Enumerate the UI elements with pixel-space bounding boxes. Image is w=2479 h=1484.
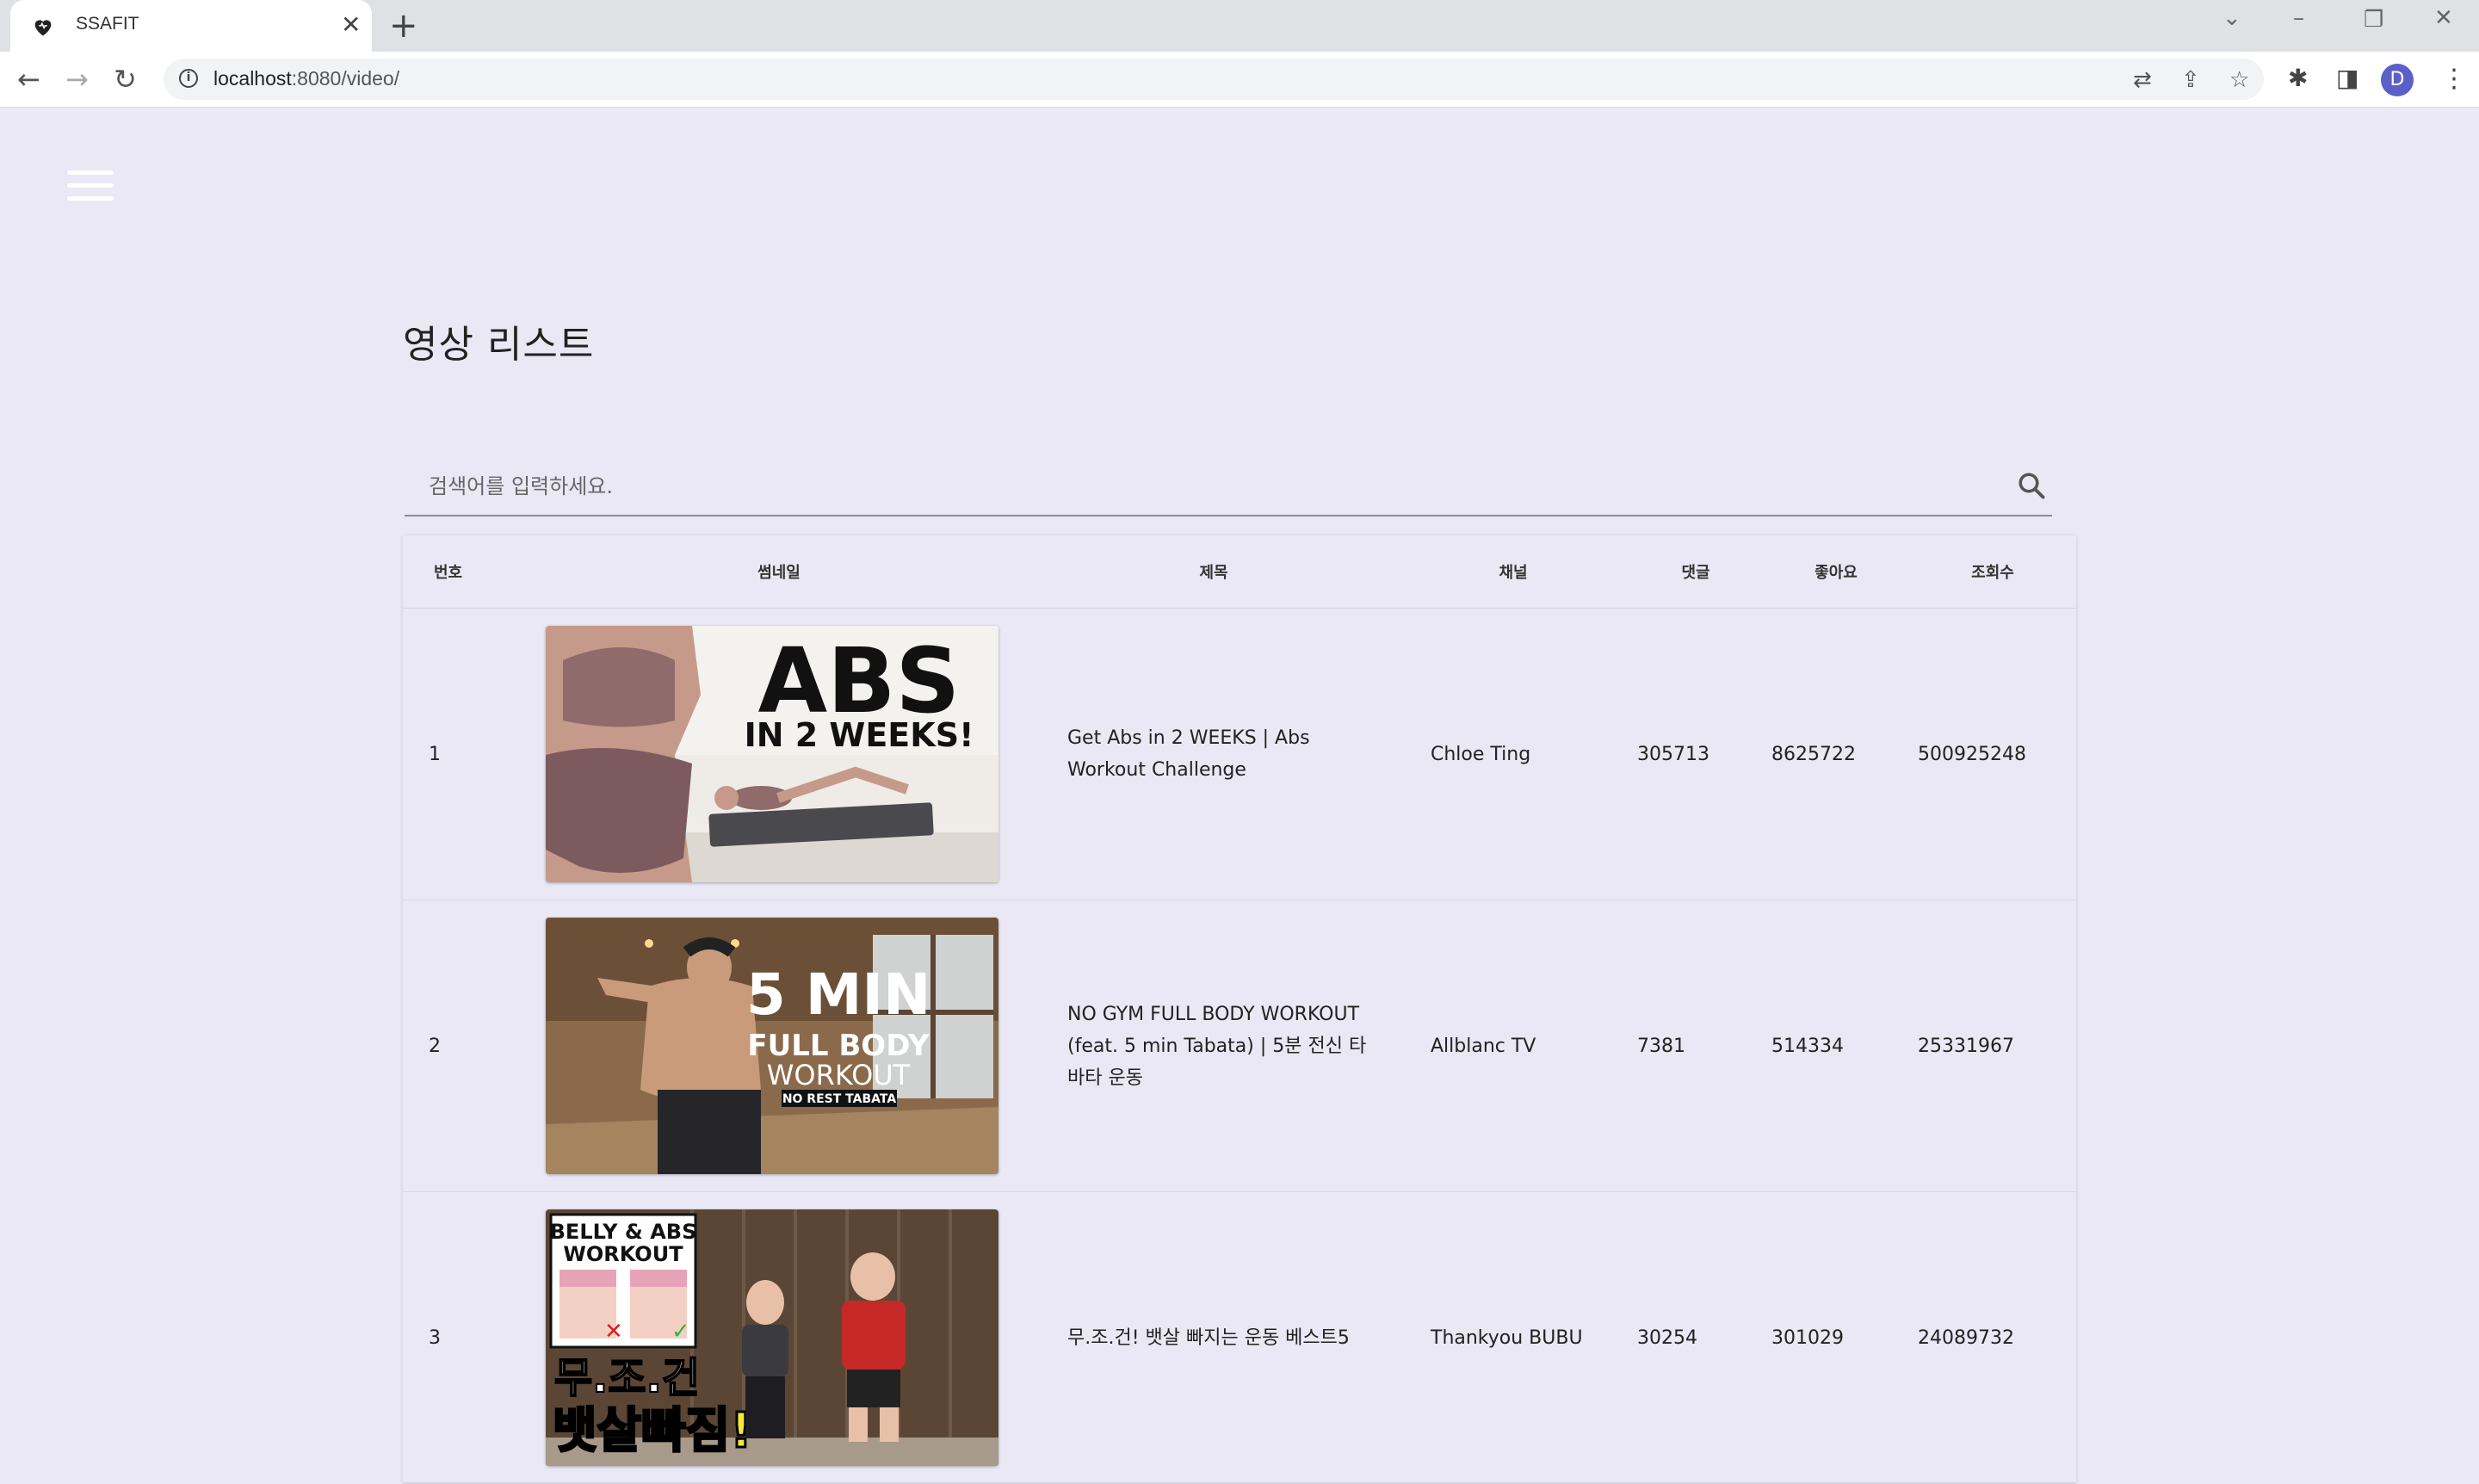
search-bar bbox=[405, 456, 2052, 516]
video-likes: 301029 bbox=[1763, 1191, 1909, 1484]
video-channel: Allblanc TV bbox=[1398, 900, 1629, 1192]
video-comments: 7381 bbox=[1629, 900, 1763, 1192]
video-table: 번호 썸네일 제목 채널 댓글 좋아요 조회수 1 ABS IN 2 WEEKS… bbox=[403, 535, 2076, 1484]
video-channel: Thankyou BUBU bbox=[1398, 1191, 1629, 1484]
thumb-text: 무.조.건 bbox=[554, 1354, 700, 1402]
address-bar[interactable]: i localhost:8080/video/ ⇄ ⇪ ☆ bbox=[164, 59, 2264, 100]
table-row[interactable]: 1 ABS IN 2 WEEKS! Get Abs in 2 WEEKS | A… bbox=[403, 608, 2076, 900]
header-likes: 좋아요 bbox=[1763, 535, 1909, 609]
video-thumbnail[interactable]: BELLY & ABS WORKOUT ✕ ✓ 무.조.건 뱃살빠짐! bbox=[546, 1209, 998, 1466]
video-likes: 514334 bbox=[1763, 900, 1909, 1192]
row-number: 3 bbox=[403, 1191, 529, 1484]
heart-favicon-icon bbox=[34, 20, 52, 36]
tab-close-icon[interactable]: ✕ bbox=[341, 11, 361, 39]
video-views: 500925248 bbox=[1909, 608, 2076, 900]
search-input[interactable] bbox=[427, 468, 1963, 504]
extensions-icon[interactable]: ✱ bbox=[2288, 64, 2308, 92]
row-number: 1 bbox=[403, 608, 529, 900]
tab-title: SSAFIT bbox=[76, 14, 139, 34]
svg-text:✕: ✕ bbox=[604, 1319, 623, 1345]
url-path: :8080/video/ bbox=[291, 67, 400, 90]
header-thumbnail: 썸네일 bbox=[529, 535, 1029, 609]
video-thumbnail[interactable]: 5 MIN FULL BODY WORKOUT NO REST TABATA bbox=[546, 918, 998, 1174]
video-comments: 30254 bbox=[1629, 1191, 1763, 1484]
page-title: 영상 리스트 bbox=[403, 323, 595, 367]
hamburger-menu-icon[interactable] bbox=[67, 170, 114, 201]
thumb-text: NO REST TABATA bbox=[782, 1092, 897, 1106]
video-channel: Chloe Ting bbox=[1398, 608, 1629, 900]
forward-icon[interactable]: → bbox=[65, 62, 89, 96]
side-panel-icon[interactable]: ◨ bbox=[2336, 64, 2358, 92]
browser-tabbar: SSAFIT ✕ + ⌄ – ❐ ✕ bbox=[0, 0, 2479, 52]
header-channel: 채널 bbox=[1398, 535, 1629, 609]
thumb-text: FULL BODY bbox=[747, 1029, 930, 1063]
bookmark-star-icon[interactable]: ☆ bbox=[2229, 67, 2249, 93]
url-host: localhost bbox=[213, 67, 292, 90]
thumb-text: 5 MIN bbox=[746, 962, 930, 1028]
row-number: 2 bbox=[403, 900, 529, 1192]
url-text: localhost:8080/video/ bbox=[213, 67, 399, 90]
search-icon[interactable] bbox=[2016, 470, 2047, 501]
table-header-row: 번호 썸네일 제목 채널 댓글 좋아요 조회수 bbox=[403, 535, 2076, 609]
video-title[interactable]: Get Abs in 2 WEEKS | Abs Workout Challen… bbox=[1029, 608, 1398, 900]
thumb-text: IN 2 WEEKS! bbox=[745, 716, 974, 754]
restore-icon[interactable]: ❐ bbox=[2364, 7, 2383, 33]
video-comments: 305713 bbox=[1629, 608, 1763, 900]
video-likes: 8625722 bbox=[1763, 608, 1909, 900]
browser-menu-icon[interactable]: ⋮ bbox=[2441, 64, 2467, 94]
back-icon[interactable]: ← bbox=[17, 62, 40, 96]
header-views: 조회수 bbox=[1909, 535, 2076, 609]
video-views: 25331967 bbox=[1909, 900, 2076, 1192]
translate-icon[interactable]: ⇄ bbox=[2133, 67, 2152, 93]
video-title[interactable]: 무.조.건! 뱃살 빠지는 운동 베스트5 bbox=[1029, 1191, 1398, 1484]
new-tab-button[interactable]: + bbox=[389, 7, 418, 45]
table-row[interactable]: 3 BELLY & ABS WORKOUT ✕ ✓ 무.조.건 뱃살빠짐! 무.… bbox=[403, 1191, 2076, 1484]
thumb-text: 뱃살빠짐! bbox=[553, 1403, 752, 1459]
profile-avatar[interactable]: D bbox=[2381, 64, 2414, 96]
svg-text:✓: ✓ bbox=[671, 1319, 690, 1345]
video-views: 24089732 bbox=[1909, 1191, 2076, 1484]
window-close-icon[interactable]: ✕ bbox=[2434, 5, 2453, 31]
header-comments: 댓글 bbox=[1629, 535, 1763, 609]
share-icon[interactable]: ⇪ bbox=[2181, 67, 2200, 93]
site-info-icon[interactable]: i bbox=[179, 69, 198, 88]
tab-search-icon[interactable]: ⌄ bbox=[2222, 5, 2241, 31]
video-thumbnail[interactable]: ABS IN 2 WEEKS! bbox=[546, 626, 998, 882]
minimize-icon[interactable]: – bbox=[2293, 5, 2304, 31]
address-toolbar: ← → ↻ i localhost:8080/video/ ⇄ ⇪ ☆ ✱ ◨ … bbox=[0, 52, 2479, 108]
thumb-text: WORKOUT bbox=[767, 1059, 911, 1091]
video-title[interactable]: NO GYM FULL BODY WORKOUT (feat. 5 min Ta… bbox=[1029, 900, 1398, 1192]
reload-icon[interactable]: ↻ bbox=[114, 62, 137, 96]
thumb-text: BELLY & ABS bbox=[550, 1220, 697, 1244]
header-number: 번호 bbox=[403, 535, 529, 609]
header-title: 제목 bbox=[1029, 535, 1398, 609]
browser-tab[interactable]: SSAFIT ✕ bbox=[10, 0, 372, 52]
table-row[interactable]: 2 5 MIN FULL BODY WORKOUT NO REST TABATA… bbox=[403, 900, 2076, 1192]
thumb-text: WORKOUT bbox=[563, 1242, 683, 1266]
